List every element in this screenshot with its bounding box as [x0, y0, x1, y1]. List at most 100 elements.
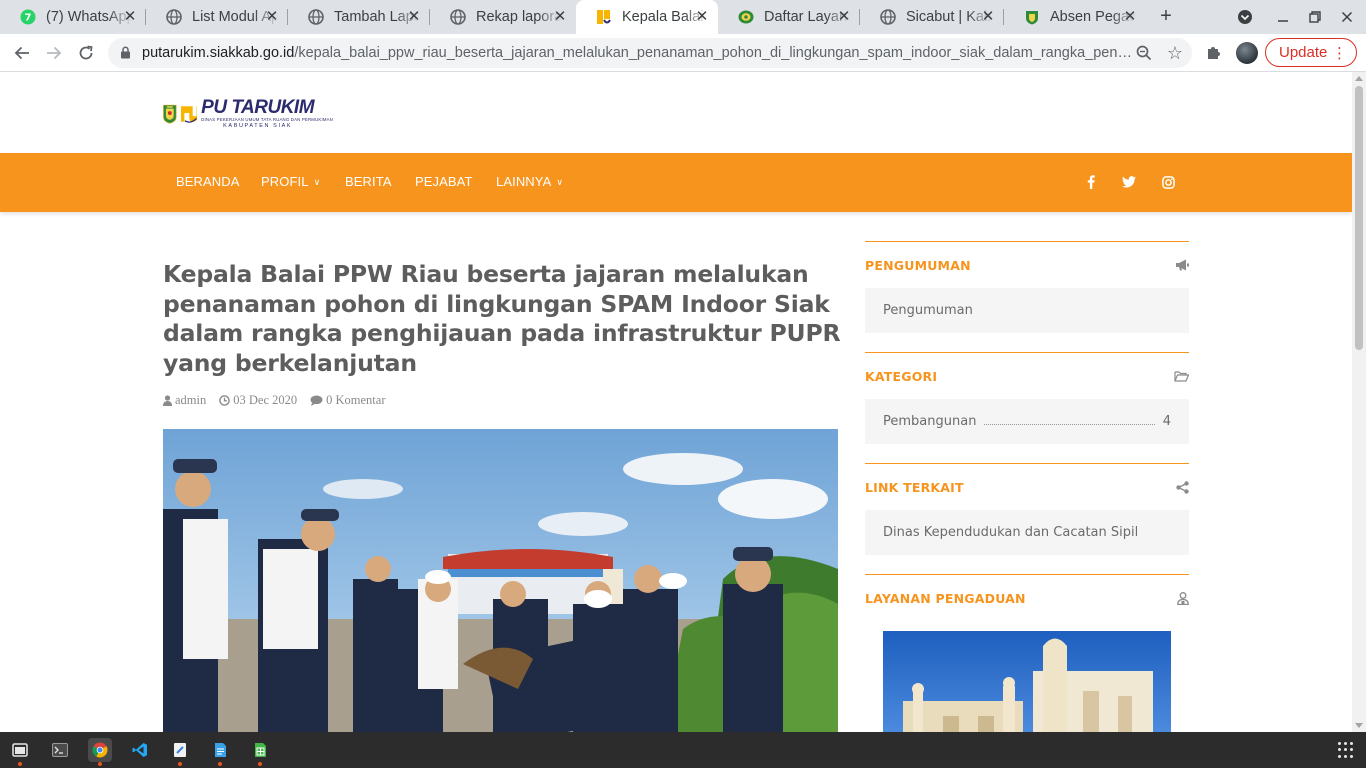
- new-tab-button[interactable]: +: [1156, 6, 1176, 27]
- close-window-icon[interactable]: [1337, 7, 1357, 27]
- close-tab-icon[interactable]: ✕: [552, 9, 568, 25]
- user-support-icon: [1177, 591, 1189, 605]
- chevron-down-icon: ∨: [556, 177, 564, 187]
- tab-absen-pegawai[interactable]: Absen Pegawai ✕: [1004, 0, 1146, 34]
- vscode-icon[interactable]: [128, 738, 152, 762]
- tab-rekap-laporan[interactable]: Rekap laporan ✕: [430, 0, 576, 34]
- bookmark-star-icon[interactable]: ☆: [1167, 43, 1183, 64]
- logo-text: PU TARUKIM: [201, 97, 315, 118]
- tab-whatsapp[interactable]: 7 (7) WhatsApp ✕: [0, 0, 146, 34]
- widget-heading: KATEGORI: [865, 368, 938, 384]
- nav-berita[interactable]: BERITA: [345, 174, 392, 189]
- close-tab-icon[interactable]: ✕: [694, 9, 710, 25]
- app-grid-icon[interactable]: [1338, 742, 1354, 758]
- tab-search-icon[interactable]: [1235, 7, 1255, 27]
- back-icon[interactable]: [10, 41, 34, 65]
- update-button[interactable]: Update ⋮: [1265, 38, 1357, 67]
- user-icon: [163, 395, 172, 406]
- document-icon[interactable]: [208, 738, 232, 766]
- nav-beranda[interactable]: BERANDA: [176, 174, 240, 189]
- pu-logo-icon: [180, 106, 198, 123]
- scroll-up-icon[interactable]: [1355, 76, 1363, 81]
- whatsapp-icon: 7: [20, 9, 36, 25]
- widget-heading: LAYANAN PENGADUAN: [865, 590, 1026, 606]
- post-comments[interactable]: 0 Komentar: [310, 393, 385, 408]
- pengaduan-banner-image[interactable]: [883, 631, 1171, 732]
- globe-icon: [166, 9, 182, 25]
- siak-shield-favicon: [1024, 9, 1040, 25]
- browser-tab-strip: 7 (7) WhatsApp ✕ List Modul Aplikasi ✕ T…: [0, 0, 1366, 34]
- update-label: Update: [1279, 44, 1328, 61]
- globe-icon: [880, 9, 896, 25]
- nav-profil[interactable]: PROFIL ∨: [261, 174, 320, 189]
- kategori-item[interactable]: Pembangunan 4: [865, 399, 1189, 444]
- scrollbar-thumb[interactable]: [1355, 86, 1363, 350]
- category-name: Pembangunan: [883, 414, 977, 429]
- nav-lainnya[interactable]: LAINNYA ∨: [496, 174, 563, 189]
- text-editor-icon[interactable]: [168, 738, 192, 766]
- pu-favicon: [596, 9, 612, 25]
- chevron-down-icon: ∨: [313, 177, 321, 187]
- comment-icon: [310, 395, 323, 406]
- sidebar: PENGUMUMAN Pengumuman KATEGORI Pembangun…: [865, 241, 1189, 732]
- instagram-icon[interactable]: [1161, 174, 1175, 190]
- tab-title: (7) WhatsApp: [46, 9, 132, 25]
- post-meta: admin 03 Dec 2020 0 Komentar: [163, 393, 398, 408]
- widget-layanan-pengaduan: LAYANAN PENGADUAN: [865, 574, 1189, 732]
- site-logo[interactable]: PU TARUKIM DINAS PEKERJAAN UMUM TATA RUA…: [163, 94, 333, 134]
- tab-kepala-balai[interactable]: Kepala Balai PPW Riau ✕: [576, 0, 718, 34]
- more-menu-icon[interactable]: ⋮: [1332, 44, 1347, 62]
- lock-icon[interactable]: [120, 46, 131, 64]
- reload-icon[interactable]: [74, 41, 98, 65]
- tab-tambah-laporan[interactable]: Tambah Laporan ✕: [288, 0, 430, 34]
- post-date: 03 Dec 2020: [219, 393, 297, 408]
- tab-list-modul[interactable]: List Modul Aplikasi ✕: [146, 0, 288, 34]
- siak-favicon: [738, 9, 754, 25]
- nav-pejabat[interactable]: PEJABAT: [415, 174, 473, 189]
- extensions-puzzle-icon[interactable]: [1205, 43, 1223, 66]
- close-tab-icon[interactable]: ✕: [1122, 9, 1138, 25]
- post-featured-image[interactable]: [163, 429, 838, 732]
- twitter-icon[interactable]: [1121, 174, 1136, 190]
- os-taskbar: [0, 732, 1366, 768]
- terminal-icon[interactable]: [48, 738, 72, 762]
- post-author[interactable]: admin: [163, 393, 206, 408]
- link-terkait-item[interactable]: Dinas Kependudukan dan Cacatan Sipil: [865, 510, 1189, 555]
- minimize-icon[interactable]: [1273, 7, 1293, 27]
- bullhorn-icon: [1175, 259, 1189, 271]
- tab-sicabut[interactable]: Sicabut | Kabupaten ✕: [860, 0, 1004, 34]
- siak-emblem-icon: [163, 104, 177, 124]
- clock-icon: [219, 395, 231, 406]
- page-scrollbar[interactable]: [1352, 72, 1366, 732]
- widget-link-terkait: LINK TERKAIT Dinas Kependudukan dan Caca…: [865, 463, 1189, 555]
- folder-open-icon: [1174, 370, 1189, 382]
- globe-icon: [308, 9, 324, 25]
- logo-region: KABUPATEN SIAK: [223, 123, 293, 129]
- tab-daftar-layanan[interactable]: Daftar Layanan ✕: [718, 0, 860, 34]
- web-page: PU TARUKIM DINAS PEKERJAAN UMUM TATA RUA…: [0, 72, 1352, 732]
- url-path: /kepala_balai_ppw_riau_beserta_jajaran_m…: [294, 45, 1132, 61]
- forward-icon[interactable]: [42, 41, 66, 65]
- close-tab-icon[interactable]: ✕: [836, 9, 852, 25]
- profile-avatar[interactable]: [1236, 42, 1258, 64]
- widget-heading: LINK TERKAIT: [865, 479, 964, 495]
- spreadsheet-icon[interactable]: [248, 738, 272, 766]
- widget-kategori: KATEGORI Pembangunan 4: [865, 352, 1189, 444]
- close-tab-icon[interactable]: ✕: [980, 9, 996, 25]
- chrome-icon[interactable]: [88, 738, 112, 766]
- close-tab-icon[interactable]: ✕: [406, 9, 422, 25]
- facebook-icon[interactable]: [1086, 174, 1096, 190]
- url-text[interactable]: putarukim.siakkab.go.id/kepala_balai_ppw…: [142, 45, 1132, 61]
- zoom-icon[interactable]: [1136, 45, 1152, 66]
- pengumuman-item[interactable]: Pengumuman: [865, 288, 1189, 333]
- address-bar[interactable]: putarukim.siakkab.go.id/kepala_balai_ppw…: [108, 38, 1192, 68]
- share-icon: [1176, 480, 1189, 494]
- svg-text:7: 7: [25, 13, 32, 24]
- close-tab-icon[interactable]: ✕: [122, 9, 138, 25]
- widget-pengumuman: PENGUMUMAN Pengumuman: [865, 241, 1189, 333]
- files-icon[interactable]: [8, 738, 32, 766]
- restore-icon[interactable]: [1305, 7, 1325, 27]
- globe-icon: [450, 9, 466, 25]
- close-tab-icon[interactable]: ✕: [264, 9, 280, 25]
- scroll-down-icon[interactable]: [1355, 723, 1363, 728]
